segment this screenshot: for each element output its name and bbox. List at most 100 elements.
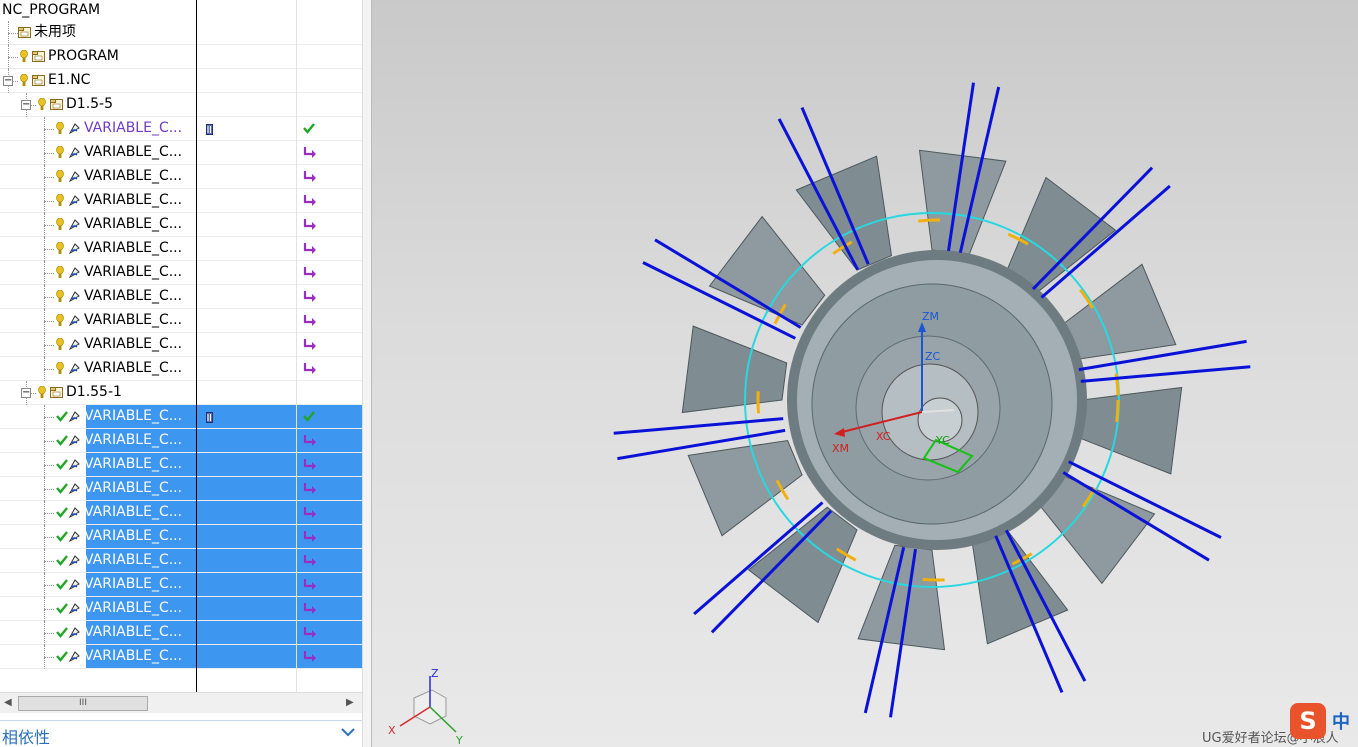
status-complete-icon	[56, 626, 68, 639]
status-warning-icon	[56, 265, 68, 279]
dependencies-title: 相依性	[2, 728, 51, 747]
scrollbar-thumb[interactable]: III	[18, 696, 148, 711]
fan-blade	[1076, 386, 1183, 475]
path-regenerate-icon	[303, 338, 316, 351]
program-group-row[interactable]: − E1.NC	[0, 69, 362, 93]
row-label: VARIABLE_C...	[84, 264, 183, 280]
operation-row[interactable]: VARIABLE_C...	[0, 429, 362, 453]
operation-row[interactable]: VARIABLE_C...	[0, 141, 362, 165]
fan-blade	[971, 529, 1069, 645]
path-regenerate-icon	[303, 362, 316, 375]
operation-row[interactable]: VARIABLE_C...	[0, 237, 362, 261]
fan-blade	[1006, 176, 1117, 294]
operation-icon	[68, 314, 80, 327]
operation-row[interactable]: VARIABLE_C...	[0, 645, 362, 669]
row-label: VARIABLE_C...	[84, 552, 183, 568]
operation-row[interactable]: VARIABLE_C...	[0, 165, 362, 189]
operation-row[interactable]: VARIABLE_C...	[0, 501, 362, 525]
operation-row[interactable]: VARIABLE_C...	[0, 189, 362, 213]
operation-row[interactable]: VARIABLE_C...	[0, 117, 362, 141]
status-warning-icon	[20, 73, 32, 87]
operation-row[interactable]: VARIABLE_C...	[0, 477, 362, 501]
tree-connector	[8, 33, 18, 34]
dependencies-panel-header[interactable]: 相依性	[0, 720, 362, 747]
program-group-row[interactable]: − D1.55-1	[0, 381, 362, 405]
operation-row[interactable]: VARIABLE_C...	[0, 573, 362, 597]
collapse-icon[interactable]: −	[21, 100, 31, 110]
tree-connector	[44, 369, 54, 370]
operation-row[interactable]: VARIABLE_C...	[0, 357, 362, 381]
row-label: D1.55-1	[66, 384, 122, 400]
operation-row[interactable]: VARIABLE_C...	[0, 333, 362, 357]
operation-row[interactable]: VARIABLE_C...	[0, 453, 362, 477]
tree-connector	[44, 417, 54, 418]
operation-row[interactable]: VARIABLE_C...	[0, 597, 362, 621]
triad-x-label: X	[388, 724, 396, 737]
operation-row[interactable]: VARIABLE_C...	[0, 405, 362, 429]
operation-row[interactable]: VARIABLE_C...	[0, 213, 362, 237]
fan-blade	[747, 506, 858, 624]
operation-icon	[68, 530, 80, 543]
tree-connector	[44, 405, 45, 429]
panel-resize-splitter[interactable]	[362, 0, 372, 747]
path-regenerate-icon	[303, 314, 316, 327]
row-label: VARIABLE_C...	[84, 432, 183, 448]
operation-row[interactable]: VARIABLE_C...	[0, 309, 362, 333]
triad-y-label: Y	[455, 734, 463, 747]
xc-label: XC	[876, 430, 891, 443]
operation-row[interactable]: VARIABLE_C...	[0, 261, 362, 285]
operation-row[interactable]: VARIABLE_C...	[0, 285, 362, 309]
program-group-row[interactable]: − D1.5-5	[0, 93, 362, 117]
path-regenerate-icon	[303, 242, 316, 255]
program-folder-icon	[32, 74, 45, 87]
operation-row[interactable]: VARIABLE_C...	[0, 621, 362, 645]
operation-icon	[68, 626, 80, 639]
tree-connector	[44, 597, 45, 621]
triad-z-label: Z	[431, 667, 439, 680]
tree-connector	[44, 165, 45, 189]
tree-connector	[44, 477, 45, 501]
path-regenerate-icon	[303, 290, 316, 303]
tree-connector	[44, 189, 45, 213]
program-group-row[interactable]: PROGRAM	[0, 45, 362, 69]
scroll-left-icon[interactable]: ◀	[4, 697, 12, 708]
status-complete-icon	[56, 434, 68, 447]
operation-icon	[68, 170, 80, 183]
collapse-icon[interactable]: −	[3, 76, 13, 86]
status-warning-icon	[56, 145, 68, 159]
xm-label: XM	[832, 442, 849, 455]
chevron-down-icon[interactable]	[340, 724, 356, 743]
column-divider[interactable]	[196, 0, 197, 692]
tree-connector	[44, 489, 54, 490]
tree-root-label[interactable]: NC_PROGRAM	[0, 0, 100, 21]
tree-connector	[44, 561, 54, 562]
program-group-row[interactable]: 未用项	[0, 21, 362, 45]
column-divider-2[interactable]	[296, 0, 297, 692]
operation-row[interactable]: VARIABLE_C...	[0, 549, 362, 573]
path-regenerate-icon	[303, 458, 316, 471]
ime-mode-indicator[interactable]: 中	[1332, 708, 1350, 734]
program-folder-icon	[32, 50, 45, 63]
row-label: VARIABLE_C...	[84, 144, 183, 160]
ime-logo-icon[interactable]: S	[1290, 703, 1326, 739]
tree-connector	[44, 261, 45, 285]
tool-axis-line	[1080, 365, 1251, 383]
graphics-viewport[interactable]: ZM ZC XM XC YC Z X Y	[372, 0, 1358, 747]
tool-axis-line	[613, 417, 784, 435]
tree-connector	[44, 573, 45, 597]
path-regenerate-icon	[303, 602, 316, 615]
operation-icon	[68, 338, 80, 351]
tree-connector	[44, 513, 54, 514]
operation-row[interactable]: VARIABLE_C...	[0, 525, 362, 549]
row-label: VARIABLE_C...	[84, 408, 183, 424]
row-label: VARIABLE_C...	[84, 600, 183, 616]
view-triad[interactable]: Z X Y	[388, 667, 463, 747]
tree-connector	[44, 633, 54, 634]
horizontal-scrollbar[interactable]: ◀ III ▶	[0, 692, 362, 713]
scroll-right-icon[interactable]: ▶	[346, 697, 354, 708]
row-label: VARIABLE_C...	[84, 216, 183, 232]
operation-icon	[68, 362, 80, 375]
toolpath-icon	[206, 123, 213, 135]
tree-connector	[44, 237, 45, 261]
collapse-icon[interactable]: −	[21, 388, 31, 398]
